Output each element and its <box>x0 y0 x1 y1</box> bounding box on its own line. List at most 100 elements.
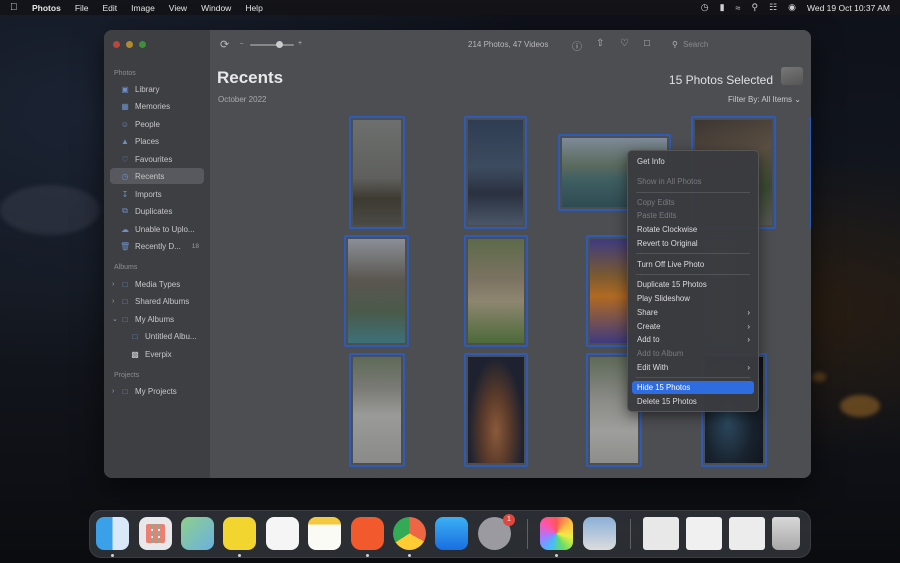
sidebar-item-label: Library <box>135 84 160 94</box>
sidebar-item-duplicates[interactable]: ⧉ Duplicates <box>110 203 204 219</box>
control-center-icon[interactable]: ☷ <box>769 2 777 13</box>
photo-thumbnail[interactable] <box>464 235 528 347</box>
siri-icon[interactable]: ◉ <box>788 2 796 13</box>
sidebar-item-everpix[interactable]: ▩ Everpix <box>110 346 204 362</box>
chevron-down-icon[interactable]: ⌄ <box>112 315 120 323</box>
chevron-right-icon[interactable]: › <box>112 388 120 395</box>
menu-clock[interactable]: Wed 19 Oct 10:37 AM <box>807 3 890 13</box>
sidebar-item-people[interactable]: ☺ People <box>110 116 204 132</box>
menu-item-play-slideshow[interactable]: Play Slideshow <box>632 292 754 305</box>
basecamp-icon[interactable] <box>223 517 256 550</box>
menu-item-rotate-clockwise[interactable]: Rotate Clockwise <box>632 223 754 236</box>
photo-thumbnail[interactable] <box>344 235 409 347</box>
menu-view[interactable]: View <box>169 3 187 13</box>
launchpad-icon[interactable] <box>139 517 172 550</box>
rotate-square-icon[interactable]: □ <box>644 38 650 49</box>
share-icon[interactable]: ⇧ <box>596 38 604 49</box>
filter-dropdown[interactable]: Filter By: All Items ⌄ <box>728 95 801 104</box>
notes-icon[interactable] <box>308 517 341 550</box>
preview-icon[interactable] <box>583 517 616 550</box>
heart-icon: ♡ <box>121 154 129 164</box>
menu-item-turn-off-live-photo[interactable]: Turn Off Live Photo <box>632 258 754 271</box>
battery-icon[interactable]: ▮ <box>720 2 725 13</box>
menu-item-delete[interactable]: Delete 15 Photos <box>632 395 754 408</box>
sidebar-item-label: Everpix <box>145 349 172 359</box>
favorite-icon[interactable]: ♡ <box>620 38 629 49</box>
reminders-icon[interactable] <box>266 517 299 550</box>
sidebar-item-places[interactable]: ▲ Places <box>110 133 204 149</box>
menu-item-get-info[interactable]: Get Info <box>632 155 754 168</box>
places-icon: ▲ <box>121 136 129 146</box>
sidebar-item-media-types[interactable]: › □ Media Types <box>110 276 204 292</box>
minimize-button[interactable] <box>126 41 133 48</box>
menu-item-add-to[interactable]: Add to › <box>632 333 754 346</box>
sidebar-item-memories[interactable]: ▦ Memories <box>110 98 204 114</box>
menu-window[interactable]: Window <box>201 3 231 13</box>
maps-icon[interactable] <box>181 517 214 550</box>
sidebar-item-untitled-album[interactable]: □ Untitled Albu... <box>110 328 204 344</box>
sidebar-item-recently-deleted[interactable]: 🗑 Recently D... 18 <box>110 238 204 254</box>
recent-document-icon[interactable] <box>729 517 765 550</box>
sidebar-item-label: Shared Albums <box>135 296 190 306</box>
menu-item-create[interactable]: Create › <box>632 320 754 333</box>
sidebar-item-library[interactable]: ▣ Library <box>110 81 204 97</box>
trash-icon[interactable] <box>772 517 800 550</box>
search-icon[interactable]: ⚲ <box>751 2 758 13</box>
info-icon[interactable]: ⓘ <box>572 38 582 53</box>
sidebar-item-my-albums[interactable]: ⌄ □ My Albums <box>110 311 204 327</box>
library-icon: ▣ <box>121 84 129 94</box>
sidebar-item-my-projects[interactable]: › □ My Projects <box>110 383 204 399</box>
sidebar-item-imports[interactable]: ↧ Imports <box>110 186 204 202</box>
search-input[interactable]: Search <box>683 40 708 49</box>
notification-badge: 1 <box>503 514 515 526</box>
recent-document-icon[interactable] <box>686 517 722 550</box>
menu-separator <box>636 274 750 275</box>
chrome-icon[interactable] <box>393 517 426 550</box>
zoom-button[interactable] <box>139 41 146 48</box>
recently-deleted-count: 18 <box>191 242 199 250</box>
menu-help[interactable]: Help <box>245 3 262 13</box>
menu-file[interactable]: File <box>75 3 89 13</box>
finder-icon[interactable] <box>96 517 129 550</box>
chevron-right-icon[interactable]: › <box>112 298 120 305</box>
wifi-icon[interactable]: ≈ <box>736 3 741 13</box>
menu-item-duplicate[interactable]: Duplicate 15 Photos <box>632 278 754 291</box>
menu-edit[interactable]: Edit <box>103 3 118 13</box>
recent-document-icon[interactable] <box>643 517 679 550</box>
close-button[interactable] <box>113 41 120 48</box>
system-preferences-icon[interactable]: 1 <box>478 514 515 550</box>
people-icon: ☺ <box>120 119 130 129</box>
sidebar-item-label: Memories <box>135 101 171 111</box>
menu-item-edit-with[interactable]: Edit With › <box>632 361 754 374</box>
menu-item-share[interactable]: Share › <box>632 306 754 319</box>
zoom-out-icon[interactable]: – <box>240 41 243 47</box>
photos-icon[interactable] <box>540 517 573 550</box>
menu-separator <box>636 253 750 254</box>
sidebar-item-unable-to-upload[interactable]: ☁ Unable to Uplo... <box>110 221 204 237</box>
photo-thumbnail[interactable] <box>810 116 811 229</box>
sidebar-item-shared-albums[interactable]: › □ Shared Albums <box>110 293 204 309</box>
zoom-slider-knob[interactable] <box>276 41 283 48</box>
menu-separator <box>636 377 750 378</box>
brave-browser-icon[interactable] <box>351 517 384 550</box>
library-count-label: 214 Photos, 47 Videos <box>468 40 549 49</box>
rotate-icon[interactable]: ⟳ <box>220 38 229 51</box>
photo-thumbnail[interactable] <box>464 116 527 229</box>
app-store-icon[interactable] <box>435 517 468 550</box>
zoom-slider[interactable] <box>250 41 294 48</box>
time-machine-icon[interactable]: ◷ <box>701 2 709 13</box>
zoom-in-icon[interactable]: + <box>298 40 302 47</box>
sidebar-item-favourites[interactable]: ♡ Favourites <box>110 151 204 167</box>
sidebar-item-recents[interactable]: ◷ Recents <box>110 168 204 184</box>
photo-thumbnail[interactable] <box>349 353 405 467</box>
sidebar-item-label: Recently D... <box>135 241 181 251</box>
apple-menu-icon[interactable]:  <box>10 2 20 13</box>
menu-image[interactable]: Image <box>131 3 155 13</box>
trash-icon: 🗑 <box>120 241 131 251</box>
chevron-right-icon[interactable]: › <box>112 281 120 288</box>
photo-thumbnail[interactable] <box>464 353 528 467</box>
menu-item-revert-to-original[interactable]: Revert to Original <box>632 237 754 250</box>
menu-item-hide[interactable]: Hide 15 Photos <box>632 381 754 394</box>
menu-app-name[interactable]: Photos <box>32 3 61 13</box>
photo-thumbnail[interactable] <box>349 116 405 229</box>
